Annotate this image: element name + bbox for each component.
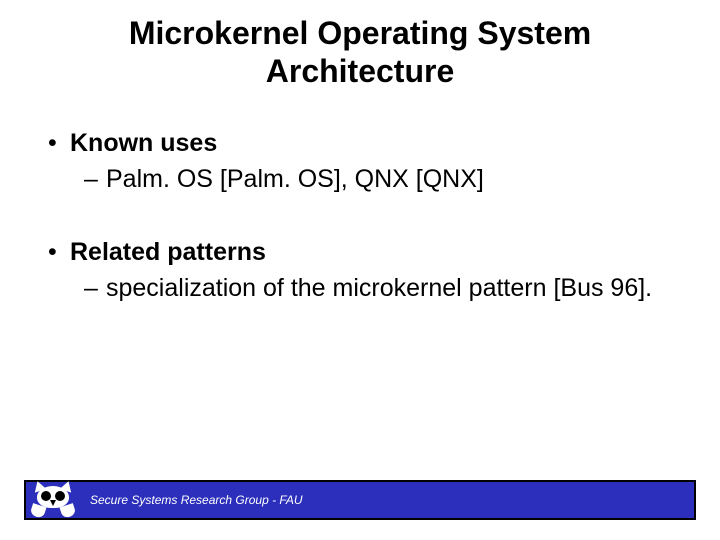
spacer (40, 196, 680, 230)
footer-text: Secure Systems Research Group - FAU (80, 493, 303, 507)
bullet-related-patterns: Related patterns (40, 236, 680, 270)
title-line-2: Architecture (40, 52, 680, 90)
bullet-label: Known uses (70, 129, 217, 157)
footer-bar: Secure Systems Research Group - FAU (24, 480, 696, 520)
slide: Microkernel Operating System Architectur… (0, 0, 720, 540)
slide-body: Known uses Palm. OS [Palm. OS], QNX [QNX… (0, 91, 720, 306)
bullet-label: Related patterns (70, 238, 266, 266)
bullet-known-uses: Known uses (40, 127, 680, 161)
subbullet-known-uses-1: Palm. OS [Palm. OS], QNX [QNX] (40, 163, 680, 197)
subbullet-related-patterns-1: specialization of the microkernel patter… (40, 272, 680, 306)
slide-title: Microkernel Operating System Architectur… (0, 0, 720, 91)
title-line-1: Microkernel Operating System (40, 14, 680, 52)
owl-logo-icon (26, 482, 80, 518)
